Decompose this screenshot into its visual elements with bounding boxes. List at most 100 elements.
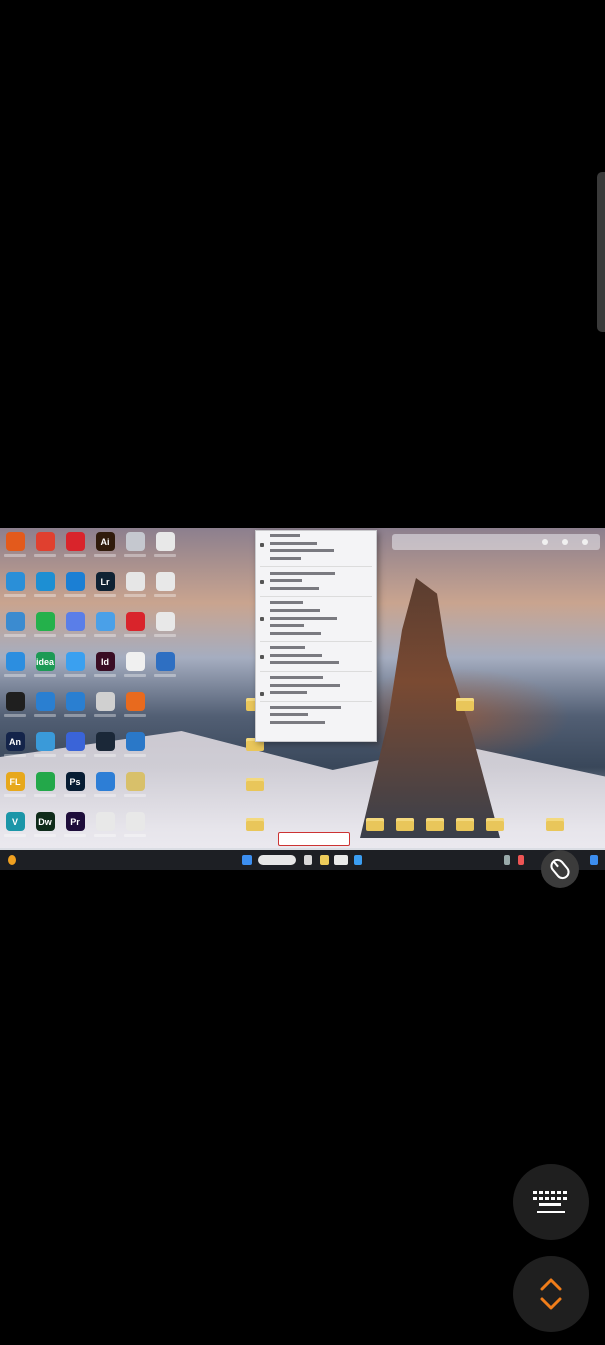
desktop-shortcut[interactable] (152, 612, 178, 642)
desktop-shortcut[interactable] (92, 772, 118, 802)
desktop-shortcut[interactable] (32, 532, 58, 562)
folder-icon[interactable] (246, 778, 264, 791)
desktop-shortcut[interactable] (2, 692, 28, 722)
desktop-shortcut[interactable] (152, 572, 178, 602)
desktop-shortcut[interactable] (2, 652, 28, 682)
desktop-shortcut[interactable]: An (2, 732, 28, 762)
context-menu-item[interactable] (256, 705, 376, 713)
lightroom-icon: Lr (95, 572, 115, 591)
context-menu-item[interactable] (256, 578, 376, 586)
context-menu-item[interactable] (256, 720, 376, 728)
vector-icon: V (5, 812, 25, 831)
desktop-shortcut[interactable] (2, 612, 28, 642)
widget-dot[interactable] (562, 539, 568, 545)
desktop-shortcut[interactable] (122, 532, 148, 562)
tray-icon[interactable] (504, 855, 510, 865)
folder-icon[interactable] (456, 698, 474, 711)
folder-icon[interactable] (366, 818, 384, 831)
search-box[interactable] (258, 855, 296, 865)
desktop-shortcut[interactable] (122, 692, 148, 722)
context-menu-item[interactable] (256, 586, 376, 594)
context-menu-item[interactable] (256, 548, 376, 556)
menu-item-icon (260, 692, 264, 697)
desktop-shortcut[interactable] (32, 772, 58, 802)
desktop-shortcut[interactable]: FL (2, 772, 28, 802)
illustrator-icon: Ai (95, 532, 115, 551)
remote-desktop-view[interactable]: Ai Lr idea Id An FL Ps V Dw Pr (0, 528, 605, 870)
desktop-shortcut[interactable] (2, 532, 28, 562)
desktop-shortcut[interactable]: Ps (62, 772, 88, 802)
context-menu-item[interactable] (256, 615, 376, 623)
folder-icon[interactable] (486, 818, 504, 831)
start-icon[interactable] (242, 855, 252, 865)
context-menu-item[interactable] (256, 631, 376, 639)
widget-dot[interactable] (542, 539, 548, 545)
desktop-shortcut[interactable] (122, 812, 148, 842)
desktop-shortcut[interactable] (92, 812, 118, 842)
shortcut-caption (124, 674, 146, 677)
task-view-icon[interactable] (304, 855, 312, 865)
context-menu-item[interactable] (256, 533, 376, 541)
desktop-shortcut[interactable] (122, 732, 148, 762)
context-menu-item[interactable] (256, 608, 376, 616)
shortcut-caption (64, 554, 86, 557)
file-explorer-icon[interactable] (320, 855, 329, 865)
desktop-shortcut[interactable] (62, 572, 88, 602)
notification-icon[interactable] (590, 855, 598, 865)
desktop-shortcut[interactable] (152, 532, 178, 562)
widgets-icon[interactable] (8, 855, 16, 865)
desktop-shortcut[interactable] (32, 732, 58, 762)
context-menu-item[interactable] (256, 541, 376, 549)
desktop-shortcut[interactable] (92, 692, 118, 722)
desktop-shortcut[interactable] (62, 692, 88, 722)
widget-bar[interactable] (392, 534, 600, 550)
store-icon[interactable] (354, 855, 362, 865)
keyboard-button[interactable] (513, 1164, 589, 1240)
mouse-mode-button[interactable] (541, 850, 579, 888)
desktop-shortcut[interactable]: Lr (92, 572, 118, 602)
context-menu-item[interactable] (256, 600, 376, 608)
desktop-shortcut[interactable]: V (2, 812, 28, 842)
tray-icon[interactable] (518, 855, 524, 865)
context-menu-item[interactable] (256, 645, 376, 653)
expand-button[interactable] (513, 1256, 589, 1332)
context-menu-item[interactable] (256, 623, 376, 631)
desktop-shortcut[interactable] (92, 732, 118, 762)
desktop-shortcut[interactable] (62, 612, 88, 642)
desktop-shortcut[interactable] (122, 572, 148, 602)
folder-icon[interactable] (546, 818, 564, 831)
context-menu[interactable] (255, 530, 377, 742)
context-menu-item[interactable] (256, 675, 376, 683)
context-menu-item[interactable] (256, 712, 376, 720)
desktop-shortcut[interactable] (122, 772, 148, 802)
desktop-shortcut[interactable] (32, 692, 58, 722)
desktop-shortcut[interactable] (32, 572, 58, 602)
app-window-icon[interactable] (334, 855, 348, 865)
desktop-shortcut[interactable] (32, 612, 58, 642)
desktop-shortcut[interactable]: Dw (32, 812, 58, 842)
context-menu-item[interactable] (256, 653, 376, 661)
widget-dot[interactable] (582, 539, 588, 545)
context-menu-item[interactable] (256, 570, 376, 578)
desktop-shortcut[interactable]: Id (92, 652, 118, 682)
side-panel-handle[interactable] (597, 172, 605, 332)
folder-icon[interactable] (396, 818, 414, 831)
desktop-shortcut[interactable] (122, 652, 148, 682)
desktop-shortcut[interactable]: Pr (62, 812, 88, 842)
desktop-shortcut[interactable] (62, 532, 88, 562)
folder-icon[interactable] (246, 818, 264, 831)
desktop-shortcut[interactable] (2, 572, 28, 602)
desktop-shortcut[interactable]: idea (32, 652, 58, 682)
folder-icon[interactable] (456, 818, 474, 831)
desktop-shortcut[interactable]: Ai (92, 532, 118, 562)
context-menu-item[interactable] (256, 683, 376, 691)
context-menu-item[interactable] (256, 690, 376, 698)
folder-icon[interactable] (426, 818, 444, 831)
desktop-shortcut[interactable] (62, 652, 88, 682)
desktop-shortcut[interactable] (62, 732, 88, 762)
context-menu-item[interactable] (256, 556, 376, 564)
desktop-shortcut[interactable] (122, 612, 148, 642)
context-menu-item[interactable] (256, 660, 376, 668)
desktop-shortcut[interactable] (152, 652, 178, 682)
desktop-shortcut[interactable] (92, 612, 118, 642)
